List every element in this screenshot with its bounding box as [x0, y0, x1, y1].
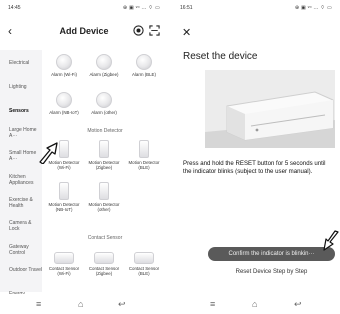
back-nav-icon[interactable]: ↩	[118, 299, 126, 310]
home-nav-icon[interactable]: ⌂	[252, 299, 257, 309]
section-motion-detector: Motion Detector	[87, 128, 123, 134]
sidebar-item-electrical[interactable]: Electrical	[9, 60, 43, 66]
reset-device-screen: 16:51 ⊕ ▣ ᵛᵒ ... ⌔ ▭ ✕ Reset the device …	[172, 0, 340, 314]
add-device-screen: 14:45 ⊕ ▣ ᵛᵒ ... ⌔ ▭ ‹ Add Device Electr…	[0, 0, 168, 314]
menu-nav-icon[interactable]: ≡	[210, 299, 215, 309]
motion-sensor-icon	[99, 182, 109, 200]
status-icons: ⊕ ▣ ᵛᵒ ... ⌔ ▭	[294, 5, 332, 11]
menu-nav-icon[interactable]: ≡	[36, 299, 41, 309]
page-title: Reset the device	[183, 51, 258, 62]
device-motion-ble[interactable]: Motion Detector (BLE)	[126, 140, 162, 170]
header: ‹ Add Device	[0, 22, 168, 42]
sidebar-item-sensors[interactable]: Sensors	[9, 108, 43, 114]
confirm-blinking-button[interactable]: Confirm the indicator is blinkin···	[208, 247, 335, 261]
system-nav-bar: ≡ ⌂ ↩	[172, 294, 340, 314]
scan-icon[interactable]	[149, 25, 160, 36]
status-time: 16:51	[180, 5, 193, 11]
motion-sensor-icon	[59, 140, 69, 158]
close-icon[interactable]: ✕	[182, 26, 191, 39]
device-contact-wifi[interactable]: Contact Sensor (Wi-Fi)	[46, 248, 82, 276]
section-contact-sensor: Contact Sensor	[87, 235, 123, 241]
device-motion-nbiot[interactable]: Motion Detector (NB-IoT)	[46, 182, 82, 212]
target-icon[interactable]	[133, 25, 144, 36]
alarm-icon	[96, 54, 112, 70]
device-alarm-nbiot[interactable]: Alarm (NB-IoT)	[46, 92, 82, 115]
sidebar-item-camera[interactable]: Camera & Lock	[9, 220, 43, 232]
alarm-icon	[56, 54, 72, 70]
back-nav-icon[interactable]: ↩	[294, 299, 302, 310]
contact-sensor-icon	[54, 252, 74, 264]
category-sidebar: Electrical Lighting Sensors Large Home A…	[0, 50, 43, 297]
device-grid: Alarm (Wi-Fi) Alarm (Zigbee) Alarm (BLE)…	[42, 50, 168, 292]
sidebar-item-kitchen[interactable]: Kitchen Appliances	[9, 174, 43, 186]
alarm-icon	[96, 92, 112, 108]
reset-instructions: Press and hold the RESET button for 5 se…	[183, 160, 326, 175]
device-alarm-ble[interactable]: Alarm (BLE)	[126, 54, 162, 77]
motion-sensor-icon	[139, 140, 149, 158]
status-bar: 14:45 ⊕ ▣ ᵛᵒ ... ⌔ ▭	[0, 0, 168, 14]
sidebar-item-outdoor[interactable]: Outdoor Travel	[9, 267, 43, 273]
sidebar-item-exercise[interactable]: Exercise & Health	[9, 197, 43, 209]
home-nav-icon[interactable]: ⌂	[78, 299, 83, 309]
status-time: 14:45	[8, 5, 21, 11]
sidebar-item-small-home[interactable]: Small Home A···	[9, 150, 43, 162]
hub-device-image	[205, 70, 335, 148]
reset-step-by-step-link[interactable]: Reset Device Step by Step	[208, 269, 335, 275]
contact-sensor-icon	[134, 252, 154, 264]
sidebar-item-gateway[interactable]: Gateway Control	[9, 244, 43, 256]
device-alarm-other[interactable]: Alarm (other)	[86, 92, 122, 115]
device-alarm-wifi[interactable]: Alarm (Wi-Fi)	[46, 54, 82, 77]
motion-sensor-icon	[59, 182, 69, 200]
motion-sensor-icon	[99, 140, 109, 158]
device-motion-wifi[interactable]: Motion Detector (Wi-Fi)	[46, 140, 82, 170]
alarm-icon	[136, 54, 152, 70]
alarm-icon	[56, 92, 72, 108]
contact-sensor-icon	[94, 252, 114, 264]
status-bar: 16:51 ⊕ ▣ ᵛᵒ ... ⌔ ▭	[172, 0, 340, 14]
device-photo	[205, 70, 335, 148]
device-motion-other[interactable]: Motion Detector (other)	[86, 182, 122, 212]
system-nav-bar: ≡ ⌂ ↩	[0, 294, 168, 314]
device-motion-zigbee[interactable]: Motion Detector (Zigbee)	[86, 140, 122, 170]
device-contact-ble[interactable]: Contact Sensor (BLE)	[126, 248, 162, 276]
status-icons: ⊕ ▣ ᵛᵒ ... ⌔ ▭	[122, 5, 160, 11]
device-alarm-zigbee[interactable]: Alarm (Zigbee)	[86, 54, 122, 77]
device-contact-zigbee[interactable]: Contact Sensor (Zigbee)	[86, 248, 122, 276]
sidebar-item-large-home[interactable]: Large Home A···	[9, 127, 43, 139]
sidebar-item-lighting[interactable]: Lighting	[9, 84, 43, 90]
